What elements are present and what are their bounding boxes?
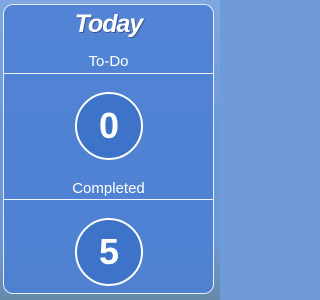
section-divider xyxy=(4,199,213,200)
today-widget[interactable]: Today To-Do 0 Completed 5 xyxy=(3,4,214,294)
app-logo: Today xyxy=(74,10,144,38)
section-divider xyxy=(4,73,213,74)
todo-count-button[interactable]: 0 xyxy=(75,92,143,160)
completed-label: Completed xyxy=(72,180,145,197)
widget-header: Today xyxy=(4,5,213,49)
completed-count: 5 xyxy=(98,231,120,272)
todo-label: To-Do xyxy=(88,53,129,70)
completed-count-button[interactable]: 5 xyxy=(75,218,143,286)
todo-count: 0 xyxy=(98,105,120,146)
